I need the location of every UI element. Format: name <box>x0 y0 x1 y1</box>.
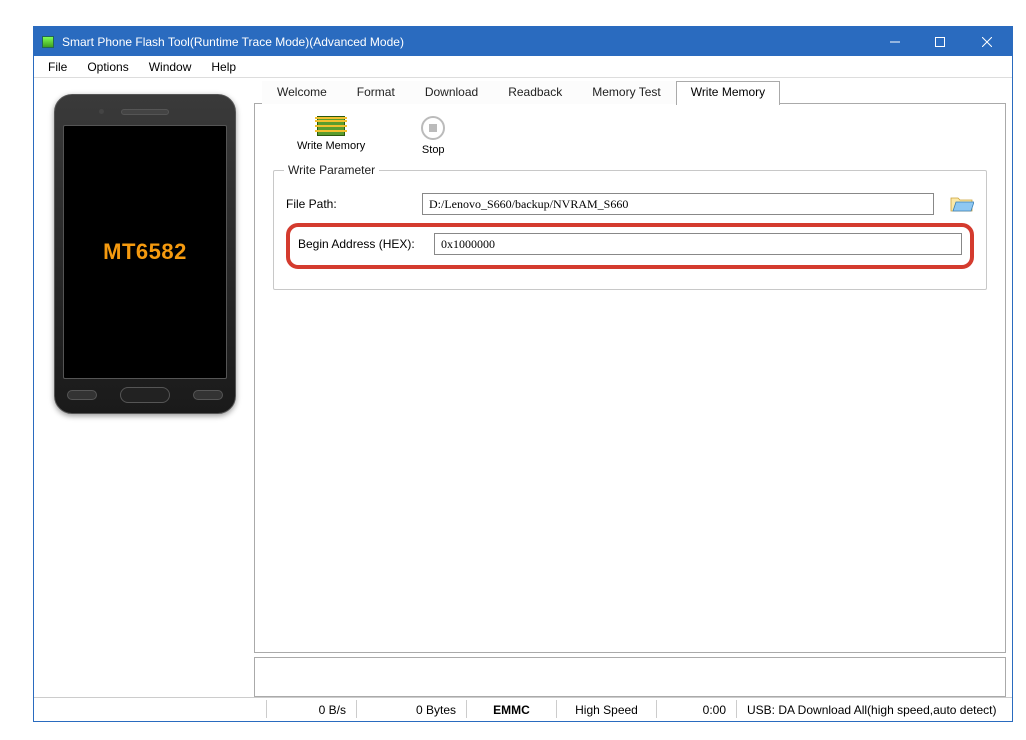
status-usb-speed: High Speed <box>556 700 656 718</box>
status-mode: USB: DA Download All(high speed,auto det… <box>736 700 1010 718</box>
menu-help[interactable]: Help <box>201 58 246 76</box>
app-icon <box>42 36 54 48</box>
tab-memory-test[interactable]: Memory Test <box>577 81 675 105</box>
minimize-button[interactable] <box>872 27 917 56</box>
browse-folder-button[interactable] <box>950 195 974 213</box>
stop-icon <box>421 116 445 140</box>
tab-write-memory[interactable]: Write Memory <box>676 81 780 105</box>
maximize-button[interactable] <box>917 27 962 56</box>
tab-download[interactable]: Download <box>410 81 493 105</box>
left-pane: BM MT6582 <box>34 78 254 697</box>
write-memory-button[interactable]: Write Memory <box>297 116 365 156</box>
chip-icon <box>317 116 345 136</box>
begin-address-input[interactable] <box>434 233 962 255</box>
menu-options[interactable]: Options <box>77 58 138 76</box>
statusbar: 0 B/s 0 Bytes EMMC High Speed 0:00 USB: … <box>34 697 1012 719</box>
menubar: File Options Window Help <box>34 56 1012 78</box>
status-speed: 0 B/s <box>266 700 356 718</box>
phone-nav-home <box>120 387 170 403</box>
phone-chipset-label: MT6582 <box>103 239 187 265</box>
phone-nav-right <box>193 390 223 400</box>
stop-label: Stop <box>422 144 445 156</box>
titlebar: Smart Phone Flash Tool(Runtime Trace Mod… <box>34 27 1012 56</box>
phone-graphic: BM MT6582 <box>54 94 236 414</box>
file-path-label: File Path: <box>286 197 416 211</box>
menu-file[interactable]: File <box>38 58 77 76</box>
log-area[interactable] <box>254 657 1006 697</box>
status-time: 0:00 <box>656 700 736 718</box>
tab-format[interactable]: Format <box>342 81 410 105</box>
stop-button[interactable]: Stop <box>421 116 445 156</box>
application-window: Smart Phone Flash Tool(Runtime Trace Mod… <box>33 26 1013 722</box>
close-button[interactable] <box>962 27 1012 56</box>
status-bytes: 0 Bytes <box>356 700 466 718</box>
write-parameter-group: Write Parameter File Path: <box>273 170 987 290</box>
tab-readback[interactable]: Readback <box>493 81 577 105</box>
begin-address-label: Begin Address (HEX): <box>298 237 428 251</box>
write-parameter-legend: Write Parameter <box>284 163 379 177</box>
tab-content-write-memory: Write Memory Stop Write Parameter File P… <box>254 104 1006 653</box>
write-memory-label: Write Memory <box>297 140 365 152</box>
begin-address-highlight: Begin Address (HEX): <box>286 223 974 269</box>
tab-welcome[interactable]: Welcome <box>262 81 342 105</box>
tab-bar: Welcome Format Download Readback Memory … <box>254 80 1012 104</box>
status-storage: EMMC <box>466 700 556 718</box>
menu-window[interactable]: Window <box>139 58 202 76</box>
window-title: Smart Phone Flash Tool(Runtime Trace Mod… <box>62 35 872 49</box>
phone-nav-left <box>67 390 97 400</box>
file-path-input[interactable] <box>422 193 934 215</box>
